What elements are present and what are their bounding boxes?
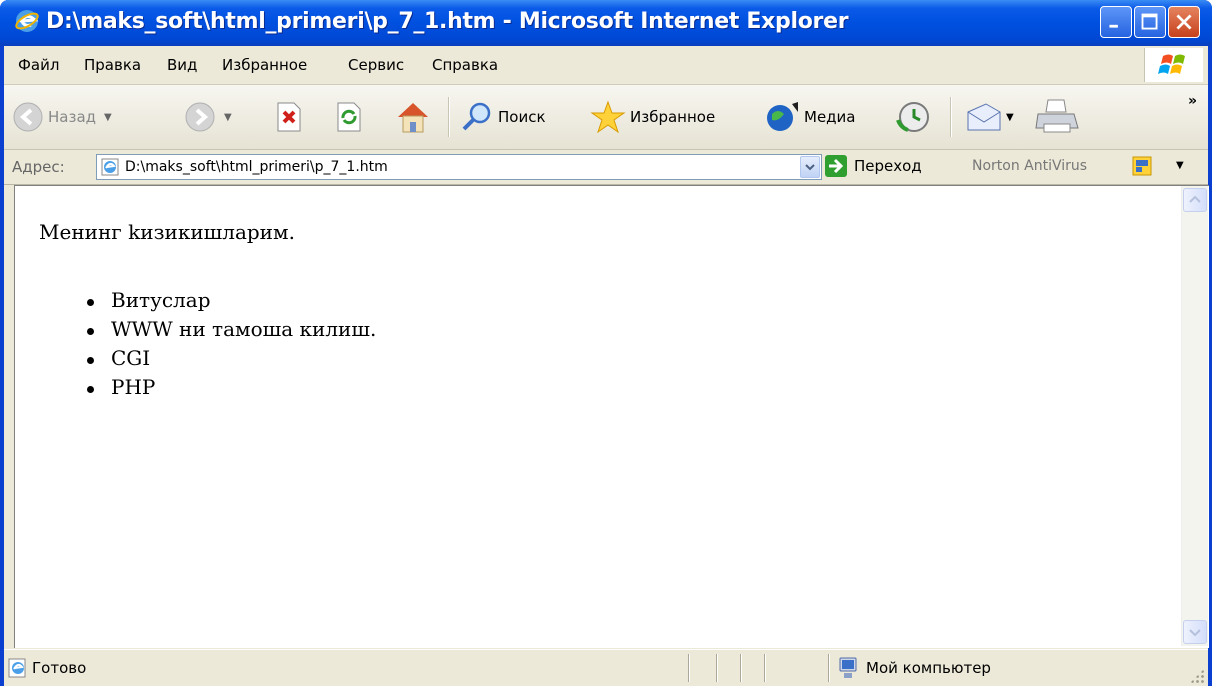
print-button[interactable]: [1034, 97, 1080, 137]
windows-flag-icon: [1158, 54, 1185, 74]
status-divider: [740, 654, 741, 682]
title-bar[interactable]: D:\maks_soft\html_primeri\p_7_1.htm - Mi…: [0, 0, 1212, 46]
menu-favorites[interactable]: Избранное: [222, 56, 307, 74]
status-bar: Готово Мой компьютер: [4, 649, 1208, 686]
media-label: Медиа: [804, 108, 856, 126]
back-icon: [13, 102, 43, 132]
status-text: Готово: [32, 659, 87, 677]
search-label: Поиск: [498, 108, 546, 126]
close-icon: [1176, 14, 1192, 30]
window-frame: Файл Правка Вид Избранное Сервис Справка: [4, 46, 1209, 686]
page-paragraph: Менинг kизикишларим.: [39, 220, 295, 244]
address-url: D:\maks_soft\html_primeri\p_7_1.htm: [125, 159, 388, 175]
home-icon: [398, 103, 428, 133]
my-computer-icon: [839, 657, 857, 678]
home-button[interactable]: [394, 97, 432, 137]
scroll-up-button[interactable]: [1183, 188, 1207, 212]
list-item-text: CGI: [111, 346, 151, 370]
standard-toolbar: Назад ▼ ▼ Поиск Избранное Медиа ▼ »: [4, 85, 1208, 150]
page-viewport[interactable]: Менинг kизикишларим. Витуслар WWW ни там…: [14, 185, 1209, 648]
mail-dropdown-icon[interactable]: ▼: [1006, 112, 1014, 123]
menu-edit[interactable]: Правка: [84, 56, 141, 74]
history-button[interactable]: [894, 97, 932, 137]
forward-icon: [185, 102, 215, 132]
back-button[interactable]: Назад ▼: [12, 97, 112, 137]
menu-tools[interactable]: Сервис: [348, 56, 404, 74]
menu-help[interactable]: Справка: [432, 56, 498, 74]
history-icon: [896, 102, 929, 132]
norton-label: Norton AntiVirus: [972, 158, 1088, 174]
bullet-icon: [87, 299, 94, 306]
bullet-icon: [87, 328, 94, 335]
menu-file[interactable]: Файл: [18, 56, 59, 74]
scroll-down-button[interactable]: [1183, 620, 1207, 644]
menu-bar: Файл Правка Вид Избранное Сервис Справка: [4, 46, 1208, 85]
favorites-button[interactable]: Избранное: [590, 97, 715, 137]
list-item-text: WWW ни тамоша килиш.: [111, 317, 377, 341]
media-icon: [767, 102, 798, 131]
toolbar-separator: [448, 97, 449, 137]
go-arrow-icon: [825, 155, 847, 177]
status-divider: [828, 654, 829, 682]
window-title: D:\maks_soft\html_primeri\p_7_1.htm - Mi…: [46, 9, 849, 34]
maximize-icon: [1141, 13, 1158, 30]
refresh-button[interactable]: [334, 97, 364, 137]
status-divider: [716, 654, 717, 682]
address-dropdown-button[interactable]: [800, 156, 820, 178]
toolbar-separator: [950, 97, 951, 137]
chevron-down-icon: [1189, 629, 1201, 637]
list-item: CGI: [83, 346, 376, 375]
media-button[interactable]: Медиа: [764, 97, 855, 137]
go-button[interactable]: Переход: [824, 154, 922, 178]
status-divider: [688, 654, 689, 682]
windows-flag-logo: [1144, 48, 1203, 82]
maximize-button[interactable]: [1134, 6, 1166, 38]
ie-page-icon: [8, 658, 26, 678]
stop-icon: [277, 102, 301, 132]
back-dropdown-icon[interactable]: ▼: [104, 112, 112, 123]
chevron-up-icon: [1189, 195, 1201, 203]
print-icon: [1035, 99, 1079, 133]
page-list: Витуслар WWW ни тамоша килиш. CGI PHP: [83, 288, 376, 404]
norton-dropdown-icon[interactable]: ▼: [1176, 160, 1184, 171]
list-item: Витуслар: [83, 288, 376, 317]
menu-view[interactable]: Вид: [167, 56, 197, 74]
bullet-icon: [87, 357, 94, 364]
refresh-icon: [337, 102, 361, 132]
list-item-text: Витуслар: [111, 288, 211, 312]
search-icon: [462, 102, 491, 131]
go-label: Переход: [854, 157, 922, 175]
forward-button[interactable]: ▼: [184, 97, 232, 137]
stop-button[interactable]: [274, 97, 304, 137]
search-button[interactable]: Поиск: [460, 97, 546, 137]
page-icon: [101, 158, 119, 176]
forward-dropdown-icon[interactable]: ▼: [224, 112, 232, 123]
minimize-button[interactable]: [1100, 6, 1132, 38]
address-bar: Адрес: D:\maks_soft\html_primeri\p_7_1.h…: [4, 150, 1208, 185]
browser-window: D:\maks_soft\html_primeri\p_7_1.htm - Mi…: [0, 0, 1212, 686]
status-divider: [764, 654, 765, 682]
toolbar-overflow-chevron[interactable]: »: [1188, 93, 1197, 109]
mail-icon: [967, 103, 1001, 131]
favorites-star-icon: [590, 100, 626, 134]
close-button[interactable]: [1168, 6, 1200, 38]
chevron-down-icon: [805, 164, 815, 171]
list-item: WWW ни тамоша килиш.: [83, 317, 376, 346]
bullet-icon: [87, 386, 94, 393]
security-zone: Мой компьютер: [866, 659, 991, 677]
back-label: Назад: [48, 108, 97, 126]
address-label: Адрес:: [12, 158, 65, 176]
mail-button[interactable]: ▼: [964, 97, 1014, 137]
minimize-icon: [1109, 24, 1118, 28]
vertical-scrollbar[interactable]: [1181, 186, 1208, 646]
ie-icon: [15, 10, 39, 32]
resize-grip[interactable]: [1190, 669, 1204, 683]
address-input[interactable]: D:\maks_soft\html_primeri\p_7_1.htm: [96, 154, 822, 180]
norton-icon[interactable]: [1132, 156, 1152, 176]
favorites-label: Избранное: [630, 108, 716, 126]
list-item: PHP: [83, 375, 376, 404]
list-item-text: PHP: [111, 375, 156, 399]
